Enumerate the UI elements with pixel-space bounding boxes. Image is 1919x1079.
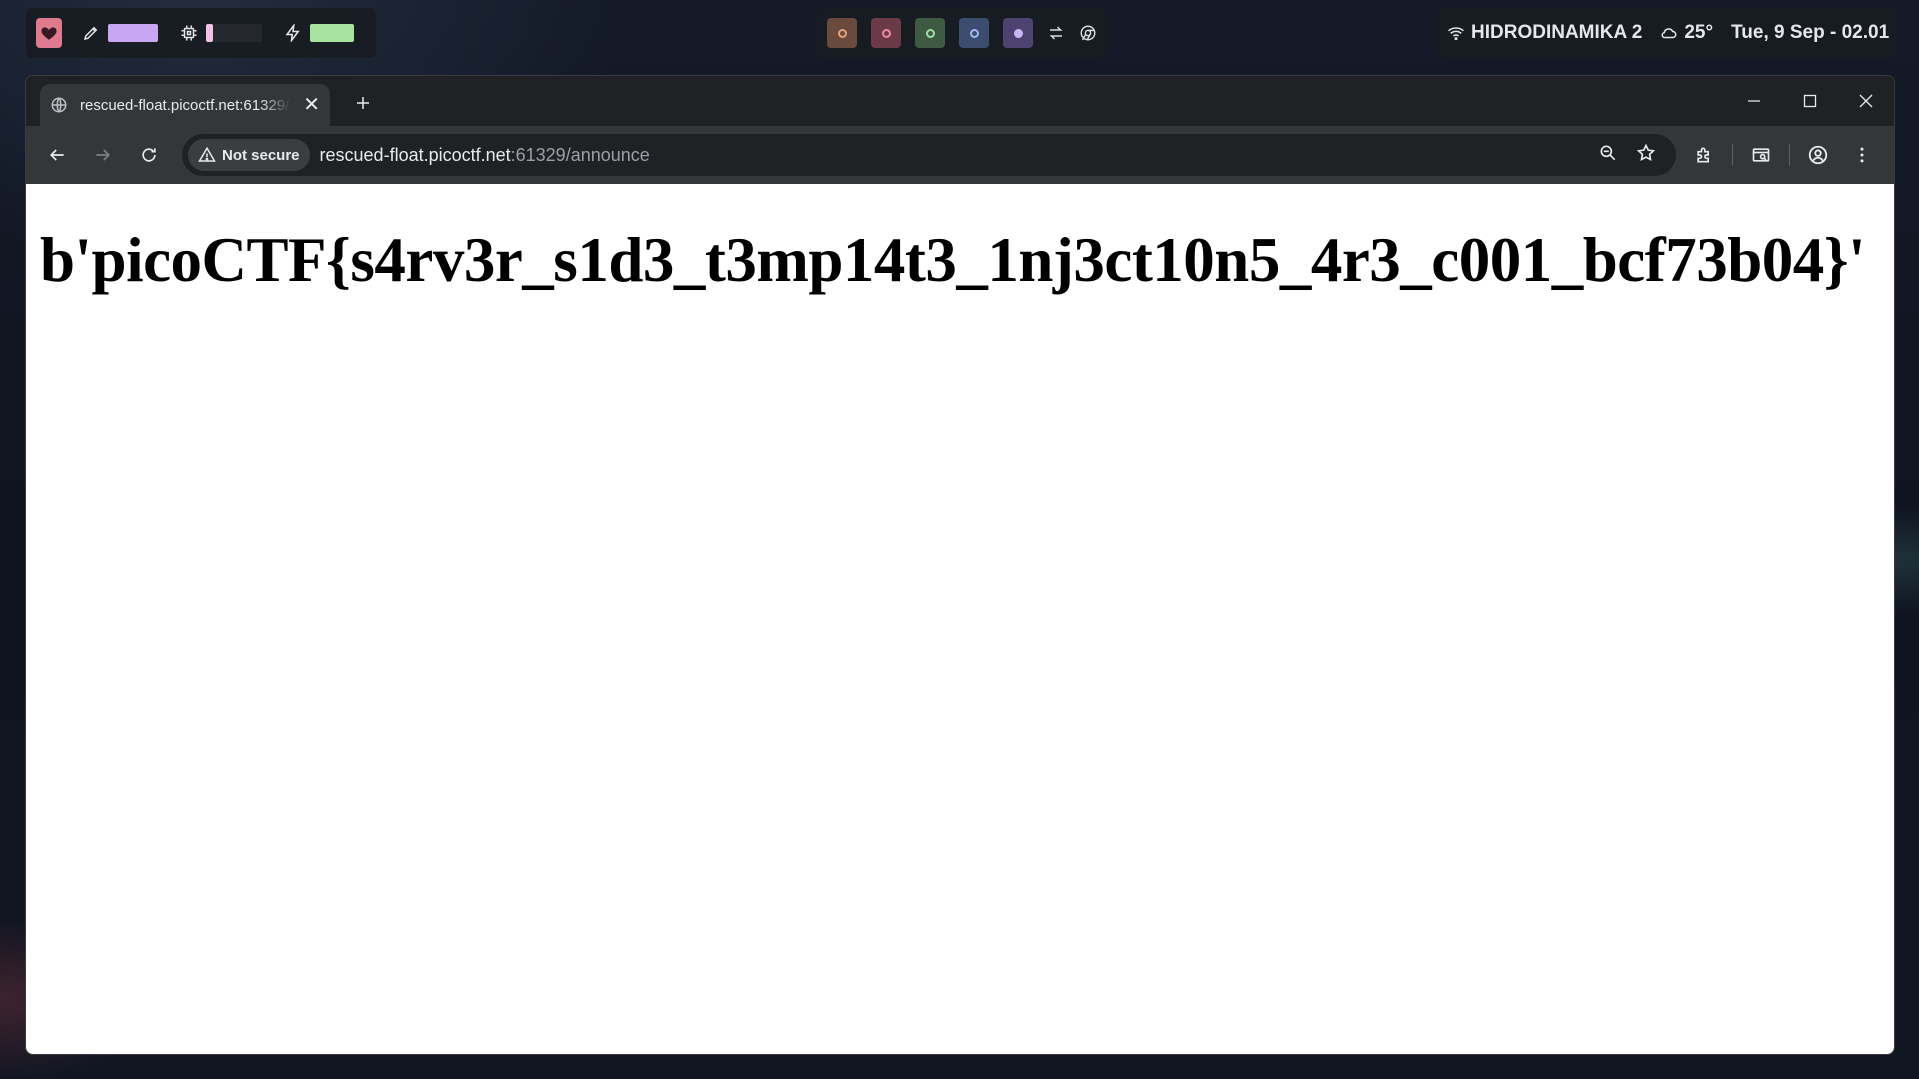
memory-meter xyxy=(82,24,158,42)
reload-icon xyxy=(142,148,156,162)
more-vert-icon xyxy=(1860,147,1864,163)
security-chip[interactable]: Not secure xyxy=(188,139,310,171)
forward-button[interactable] xyxy=(82,134,124,176)
window-controls xyxy=(1726,76,1894,126)
extensions-button[interactable] xyxy=(1682,134,1726,176)
arrow-right-icon xyxy=(96,149,111,161)
workspace-switcher xyxy=(817,8,1107,58)
wifi-name: HIDRODINAMIKA 2 xyxy=(1471,22,1643,43)
close-window-button[interactable] xyxy=(1838,76,1894,126)
pencil-icon xyxy=(83,26,98,41)
power-meter xyxy=(284,24,354,42)
cpu-meter xyxy=(180,24,262,42)
warning-icon xyxy=(198,146,216,162)
tab-close-icon[interactable]: ✕ xyxy=(303,95,320,115)
globe-icon xyxy=(50,96,68,114)
plus-icon xyxy=(357,97,369,109)
browser-window: rescued-float.picoctf.net:61329/announce… xyxy=(25,75,1895,1055)
url-path: :61329/announce xyxy=(510,144,650,165)
weather-temp: 25° xyxy=(1684,22,1714,43)
workspace-5[interactable] xyxy=(1003,18,1033,48)
toolbar-actions xyxy=(1682,134,1884,176)
new-tab-button[interactable] xyxy=(346,86,380,120)
maximize-button[interactable] xyxy=(1782,76,1838,126)
address-bar[interactable]: Not secure rescued-float.picoctf.net:613… xyxy=(182,134,1676,176)
toolbar-divider xyxy=(1732,144,1733,166)
tab-strip: rescued-float.picoctf.net:61329/announce… xyxy=(26,76,1894,126)
back-button[interactable] xyxy=(36,134,78,176)
page-content: b'picoCTF{s4rv3r_s1d3_t3mp14t3_1nj3ct10n… xyxy=(26,184,1894,1054)
workspace-3[interactable] xyxy=(915,18,945,48)
cpu-level-bar xyxy=(206,24,213,42)
cloud-icon xyxy=(1661,28,1677,39)
workspace-4[interactable] xyxy=(959,18,989,48)
url-text[interactable]: rescued-float.picoctf.net:61329/announce xyxy=(320,145,650,166)
workspace-dot-icon xyxy=(925,28,935,38)
security-chip-label: Not secure xyxy=(222,146,300,164)
datetime-text: Tue, 9 Sep - 02.01 xyxy=(1731,22,1890,43)
maximize-icon xyxy=(1803,94,1817,108)
workspace-2[interactable] xyxy=(871,18,901,48)
wifi-icon xyxy=(1447,27,1465,41)
tab-title: rescued-float.picoctf.net:61329/announce xyxy=(80,96,291,114)
tab-active[interactable]: rescued-float.picoctf.net:61329/announce… xyxy=(40,84,330,126)
workspace-dot-icon xyxy=(881,28,891,38)
puzzle-icon xyxy=(1697,147,1709,163)
workspace-dot-icon xyxy=(1013,28,1023,38)
minimize-button[interactable] xyxy=(1726,76,1782,126)
heart-button[interactable] xyxy=(36,18,62,48)
status-bar-right: HIDRODINAMIKA 2 25° Tue, 9 Sep - 02.01 xyxy=(1437,8,1897,58)
close-icon xyxy=(1859,94,1873,108)
swap-icon[interactable] xyxy=(1047,24,1065,42)
weather-status[interactable]: 25° xyxy=(1660,22,1713,44)
tab-search-button[interactable] xyxy=(1739,134,1783,176)
profile-icon xyxy=(1808,145,1828,165)
workspace-dot-icon xyxy=(837,28,847,38)
power-level-bar xyxy=(310,24,354,42)
reload-button[interactable] xyxy=(128,134,170,176)
bolt-icon xyxy=(285,24,300,42)
url-host: rescued-float.picoctf.net xyxy=(319,144,511,165)
profile-button[interactable] xyxy=(1796,134,1840,176)
clock[interactable]: Tue, 9 Sep - 02.01 xyxy=(1731,22,1889,44)
workspace-dot-icon xyxy=(969,28,979,38)
arrow-left-icon xyxy=(49,149,64,161)
page-heading: b'picoCTF{s4rv3r_s1d3_t3mp14t3_1nj3ct10n… xyxy=(40,225,1866,295)
toolbar-divider xyxy=(1789,144,1790,166)
browser-toolbar: Not secure rescued-float.picoctf.net:613… xyxy=(26,126,1894,184)
omnibox-actions xyxy=(1598,143,1670,168)
minimize-icon xyxy=(1748,100,1760,102)
memory-level-bar xyxy=(108,24,158,42)
status-bar-left xyxy=(26,8,376,58)
tab-search-icon xyxy=(1752,148,1770,162)
wifi-status[interactable]: HIDRODINAMIKA 2 xyxy=(1447,22,1642,44)
chrome-icon[interactable] xyxy=(1079,24,1097,42)
heart-icon xyxy=(41,27,57,40)
workspace-1[interactable] xyxy=(827,18,857,48)
bookmark-star-icon[interactable] xyxy=(1636,143,1656,168)
zoom-out-icon[interactable] xyxy=(1598,143,1618,168)
cpu-icon xyxy=(181,25,197,41)
menu-button[interactable] xyxy=(1840,134,1884,176)
